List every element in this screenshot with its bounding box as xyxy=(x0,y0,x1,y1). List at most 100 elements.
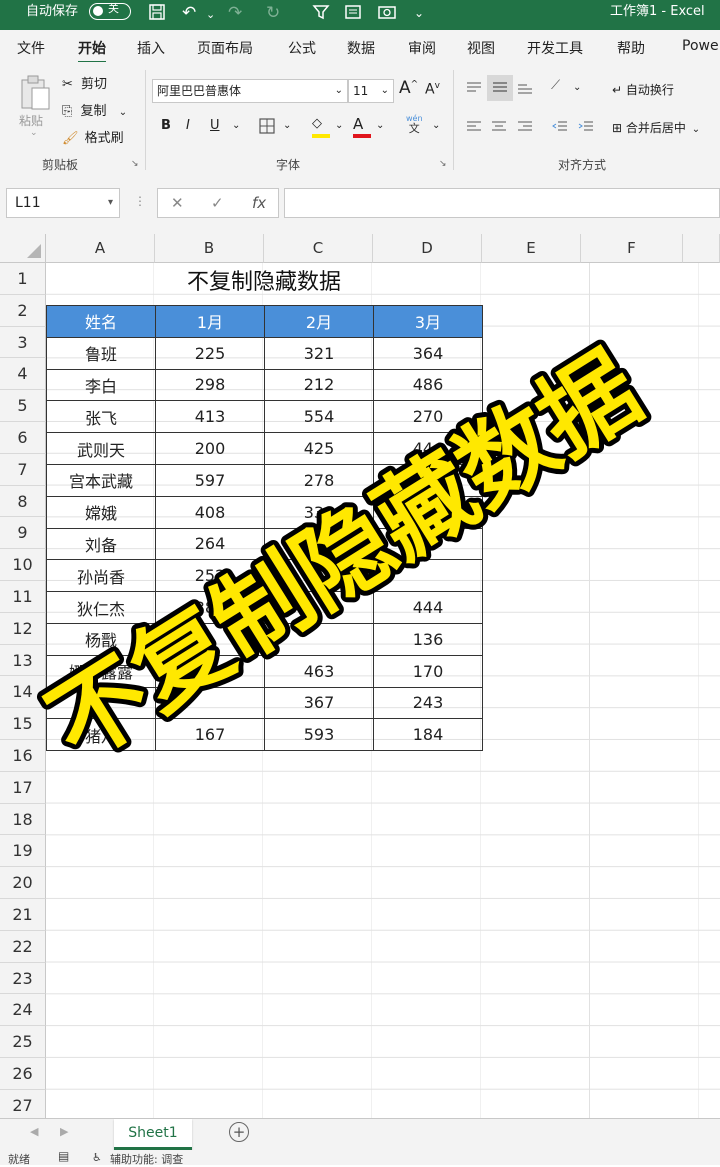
underline-button[interactable]: U xyxy=(210,118,220,133)
autosave-toggle[interactable]: 关 xyxy=(89,2,131,20)
column-header-e[interactable]: E xyxy=(482,234,581,263)
cell-mar[interactable]: 416 xyxy=(373,463,483,497)
cell-mar[interactable]: 444 xyxy=(373,432,483,465)
fill-color-button[interactable]: ◇ xyxy=(312,116,330,138)
row-header[interactable]: 16 xyxy=(0,740,46,772)
grow-font-button[interactable]: A^ xyxy=(399,78,418,98)
cell-jan[interactable]: 413 xyxy=(155,400,265,434)
cell-mar[interactable]: 243 xyxy=(373,686,483,720)
align-top-icon[interactable] xyxy=(466,81,482,95)
cell-mar[interactable]: 270 xyxy=(373,400,483,434)
undo-icon[interactable]: ↶ xyxy=(182,3,196,23)
cell-jan[interactable] xyxy=(155,654,265,688)
row-header[interactable]: 5 xyxy=(0,390,46,422)
tab-developer[interactable]: 开发工具 xyxy=(527,38,583,58)
cell-name[interactable]: 武则天 xyxy=(46,432,156,465)
row-header[interactable]: 25 xyxy=(0,1026,46,1058)
cell-name[interactable]: 李白 xyxy=(46,368,156,402)
column-header-f[interactable]: F xyxy=(581,234,683,263)
cell-name[interactable]: 猪八 xyxy=(46,718,156,752)
enter-icon[interactable]: ✓ xyxy=(211,194,224,212)
select-all-button[interactable] xyxy=(0,234,46,263)
font-size-select[interactable]: 11 ⌄ xyxy=(348,79,394,103)
row-header[interactable]: 19 xyxy=(0,835,46,868)
cell-jan[interactable]: 264 xyxy=(155,527,265,561)
align-right-icon[interactable] xyxy=(517,120,533,134)
tab-data[interactable]: 数据 xyxy=(347,38,375,58)
scroll-right-icon[interactable]: ▶ xyxy=(60,1125,68,1138)
row-header[interactable]: 6 xyxy=(0,422,46,454)
tab-view[interactable]: 视图 xyxy=(467,38,495,58)
format-painter-button[interactable]: 🖌 格式刷 xyxy=(62,127,124,146)
cell-feb[interactable] xyxy=(264,622,374,656)
shrink-font-button[interactable]: Av xyxy=(425,81,440,98)
filter-icon[interactable] xyxy=(312,3,330,26)
cell-mar[interactable]: 184 xyxy=(373,718,483,752)
cell-feb[interactable] xyxy=(264,559,374,593)
orientation-icon[interactable]: ⟋ xyxy=(551,78,560,93)
cell-name[interactable]: 鲁班 xyxy=(46,336,156,370)
cell-mar[interactable]: 444 xyxy=(373,591,483,624)
cell-feb[interactable] xyxy=(264,591,374,624)
add-sheet-icon[interactable]: + xyxy=(229,1122,249,1142)
tab-review[interactable]: 审阅 xyxy=(408,38,436,58)
dialog-launcher-icon[interactable]: ↘ xyxy=(131,159,139,169)
bold-button[interactable]: B xyxy=(161,118,171,133)
decrease-indent-icon[interactable] xyxy=(552,120,568,134)
cell-mar[interactable]: 364 xyxy=(373,336,483,370)
row-header[interactable]: 10 xyxy=(0,549,46,581)
row-header[interactable]: 4 xyxy=(0,358,46,391)
header-cell-name[interactable]: 姓名 xyxy=(46,305,156,338)
font-color-button[interactable]: A xyxy=(353,115,371,138)
sheet-tab-sheet1[interactable]: Sheet1 xyxy=(114,1119,192,1150)
cell-name[interactable]: 嫦娥 xyxy=(46,495,156,529)
align-center-icon[interactable] xyxy=(491,120,507,134)
tab-power[interactable]: Powe xyxy=(682,38,719,54)
cell-name[interactable]: 百 xyxy=(46,686,156,720)
undo-dropdown-icon[interactable]: ⌄ xyxy=(206,8,215,21)
cell-mar[interactable] xyxy=(373,495,483,529)
tab-insert[interactable]: 插入 xyxy=(137,38,165,58)
cell-jan[interactable] xyxy=(155,686,265,720)
header-cell-jan[interactable]: 1月 xyxy=(155,305,265,338)
repeat-icon[interactable]: ↻ xyxy=(266,3,280,23)
cell-feb[interactable]: 321 xyxy=(264,336,374,370)
chevron-down-icon[interactable]: ▾ xyxy=(108,189,113,217)
merge-dropdown-icon[interactable]: ⌄ xyxy=(692,124,700,135)
cell-feb[interactable]: 463 xyxy=(264,654,374,688)
cell-jan[interactable]: 167 xyxy=(155,718,265,752)
row-header[interactable]: 18 xyxy=(0,803,46,836)
phonetic-dropdown-icon[interactable]: ⌄ xyxy=(432,120,440,131)
row-header[interactable]: 1 xyxy=(0,263,46,295)
cell-jan[interactable]: 381 xyxy=(155,591,265,624)
tab-home[interactable]: 开始 xyxy=(78,38,106,64)
orientation-dropdown-icon[interactable]: ⌄ xyxy=(573,82,581,93)
cell-mar[interactable]: 170 xyxy=(373,654,483,688)
cell-jan[interactable] xyxy=(155,622,265,656)
sheet-title-cell[interactable]: 不复制隐藏数据 xyxy=(46,263,482,295)
tab-formulas[interactable]: 公式 xyxy=(288,38,316,58)
cell-mar[interactable]: 486 xyxy=(373,368,483,402)
fill-dropdown-icon[interactable]: ⌄ xyxy=(335,120,343,131)
row-header[interactable]: 24 xyxy=(0,994,46,1027)
wrap-text-button[interactable]: ↵ 自动换行 xyxy=(612,81,674,98)
row-header[interactable]: 8 xyxy=(0,485,46,518)
column-header-g[interactable] xyxy=(683,234,720,263)
align-bottom-icon[interactable] xyxy=(517,81,533,95)
italic-button[interactable]: I xyxy=(186,118,190,133)
accessibility-icon[interactable]: ♿ xyxy=(92,1151,102,1164)
underline-dropdown-icon[interactable]: ⌄ xyxy=(232,120,240,131)
row-header[interactable]: 22 xyxy=(0,930,46,963)
tab-page-layout[interactable]: 页面布局 xyxy=(197,38,253,58)
insert-function-button[interactable]: fx xyxy=(252,194,266,212)
cell-feb[interactable]: 593 xyxy=(264,718,374,752)
row-header[interactable]: 15 xyxy=(0,708,46,740)
paste-button[interactable]: 粘贴 ⌄ xyxy=(18,74,52,138)
increase-indent-icon[interactable] xyxy=(578,120,594,134)
row-header[interactable]: 3 xyxy=(0,326,46,359)
header-cell-mar[interactable]: 3月 xyxy=(373,305,483,338)
row-header[interactable]: 7 xyxy=(0,453,46,486)
row-header[interactable]: 26 xyxy=(0,1058,46,1090)
align-left-icon[interactable] xyxy=(466,120,482,134)
macro-icon[interactable]: ▤ xyxy=(58,1149,69,1163)
